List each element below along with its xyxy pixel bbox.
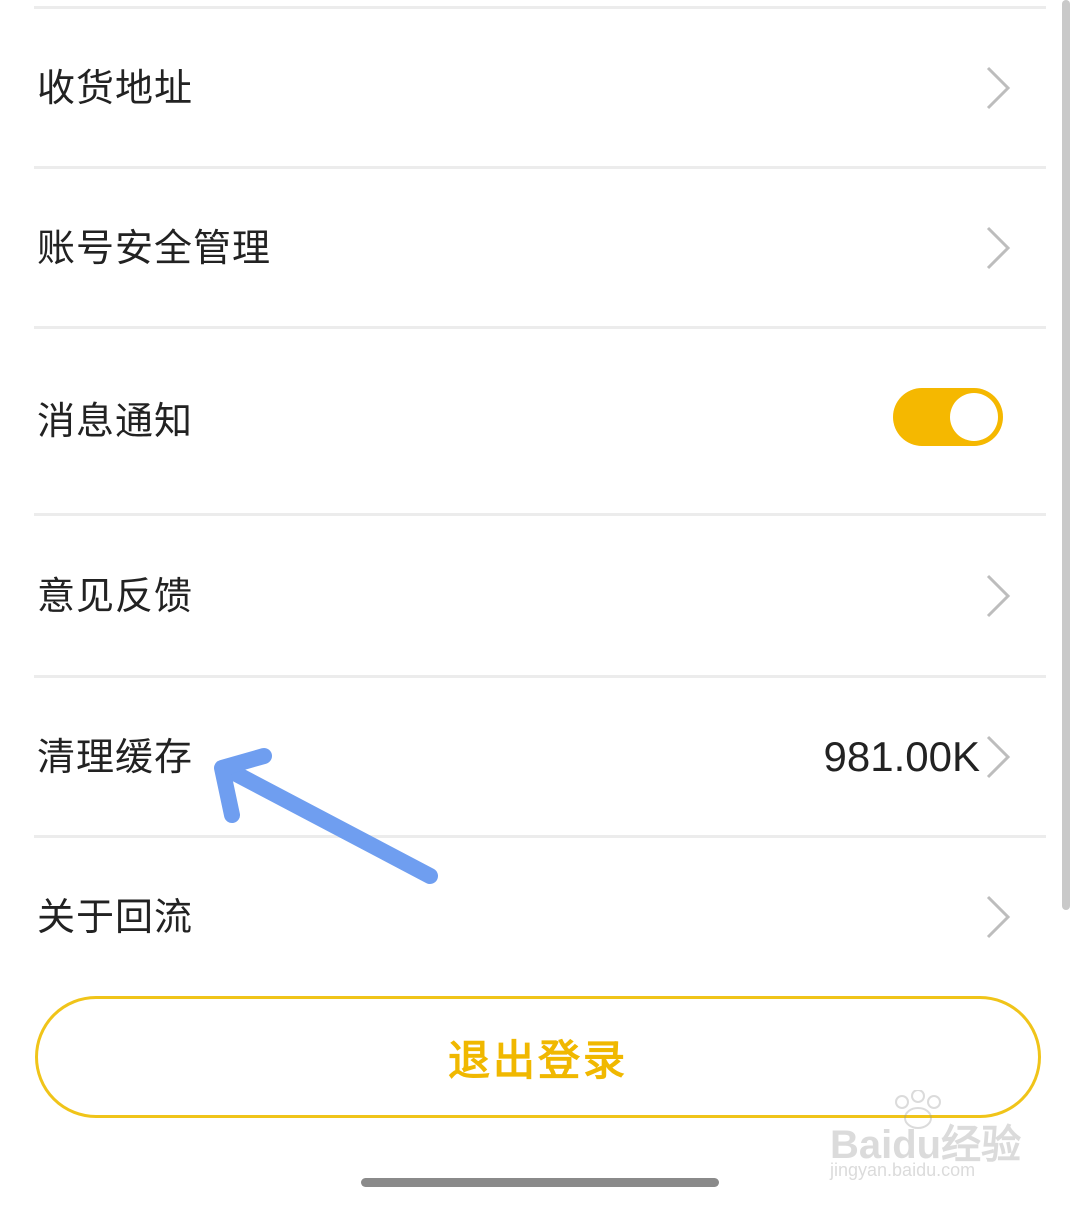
divider xyxy=(34,6,1046,9)
home-indicator[interactable] xyxy=(361,1178,719,1187)
settings-item-shipping-address[interactable]: 收货地址 xyxy=(0,10,1080,166)
settings-item-label: 清理缓存 xyxy=(37,734,194,779)
chevron-right-icon xyxy=(986,66,1011,110)
chevron-right-icon xyxy=(986,735,1011,778)
settings-item-feedback[interactable]: 意见反馈 xyxy=(0,516,1080,675)
scrollbar[interactable] xyxy=(1062,0,1070,910)
settings-item-about[interactable]: 关于回流 xyxy=(0,838,1080,995)
settings-item-clear-cache[interactable]: 清理缓存 981.00K xyxy=(0,678,1080,835)
notifications-toggle[interactable] xyxy=(893,388,1003,446)
chevron-right-icon xyxy=(986,574,1011,617)
settings-item-label: 收货地址 xyxy=(37,66,194,110)
cache-size-value: 981.00K xyxy=(823,732,980,780)
chevron-right-icon xyxy=(986,895,1011,938)
settings-item-account-security[interactable]: 账号安全管理 xyxy=(0,169,1080,326)
settings-item-label: 账号安全管理 xyxy=(37,225,272,270)
chevron-right-icon xyxy=(986,226,1011,269)
watermark-url: jingyan.baidu.com xyxy=(830,1160,976,1180)
settings-item-label: 关于回流 xyxy=(37,894,194,939)
settings-item-label: 意见反馈 xyxy=(37,573,194,618)
logout-label: 退出登录 xyxy=(447,1035,628,1085)
baidu-watermark: Baidu经验 jingyan.baidu.com xyxy=(828,1090,1028,1190)
settings-item-label: 消息通知 xyxy=(37,399,194,443)
toggle-knob xyxy=(950,393,998,441)
